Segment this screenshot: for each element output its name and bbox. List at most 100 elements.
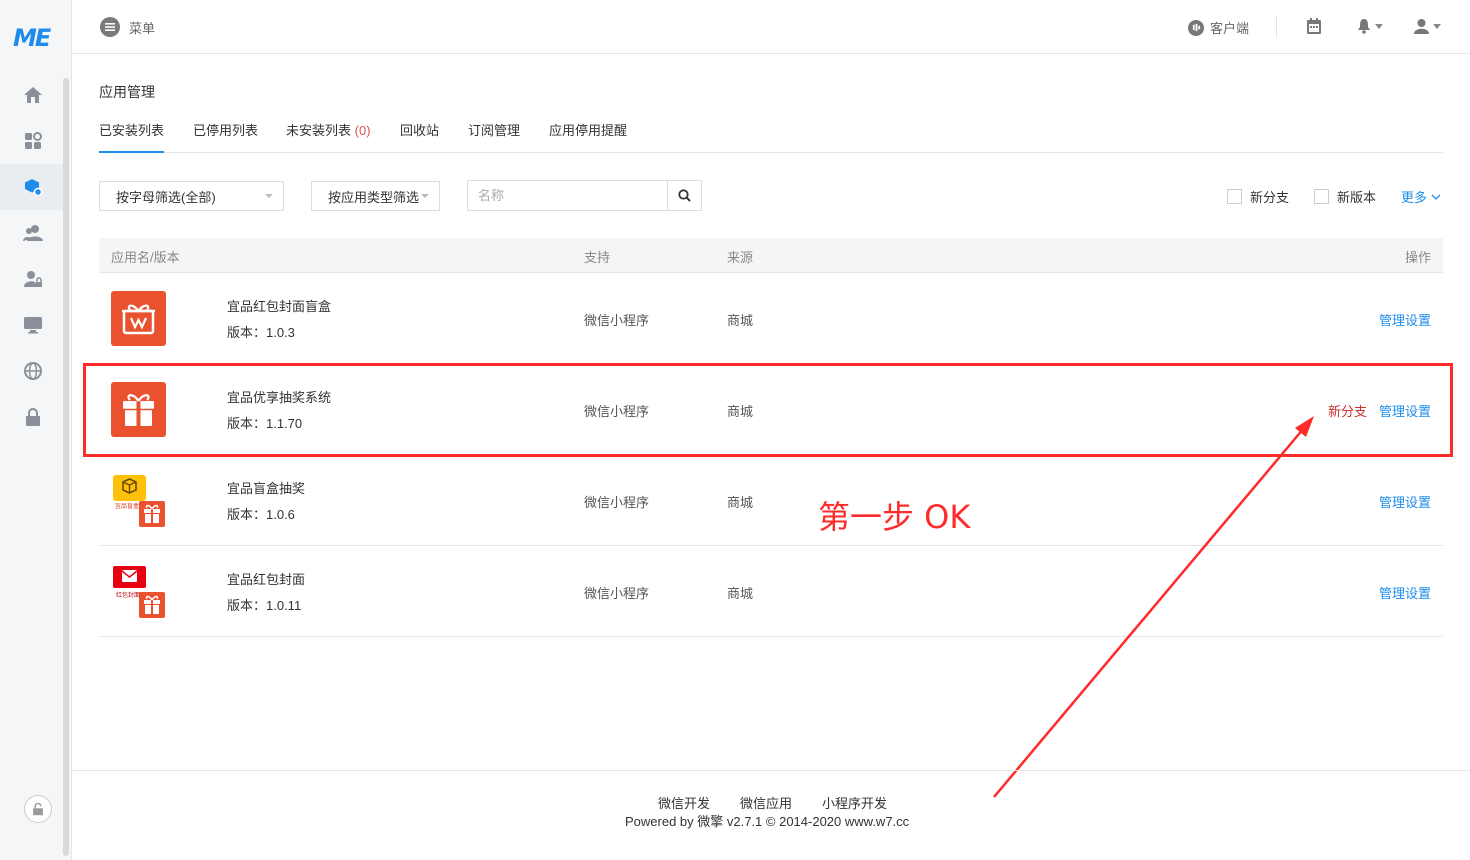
type-filter-select[interactable]: 按应用类型筛选 (311, 181, 440, 211)
table-row: 红包封面 宜品红包封面 版本：1.0.11 微信小程序 商城 管理设置 (99, 546, 1443, 637)
tab-label: 订阅管理 (468, 123, 521, 138)
chevron-down-icon (1433, 23, 1441, 29)
new-branch-label: 新分支 (1250, 190, 1290, 205)
table-row: 宜品盲盒 宜品盲盒抽奖 版本：1.0.6 微信小程序 商城 管理设置 (99, 455, 1443, 546)
footer-link-miniprogram-dev[interactable]: 小程序开发 (822, 793, 887, 812)
footer-links: 微信开发 微信应用 小程序开发 (658, 793, 887, 812)
menu-list-icon (100, 17, 120, 37)
header-divider (1276, 16, 1277, 38)
lock-icon (26, 408, 40, 426)
app-source: 商城 (727, 586, 754, 601)
col-source: 来源 (727, 250, 754, 265)
app-support: 微信小程序 (584, 313, 650, 328)
notification-button[interactable] (1357, 18, 1383, 34)
tab-disable-reminder[interactable]: 应用停用提醒 (549, 120, 627, 153)
new-version-label: 新版本 (1337, 190, 1377, 205)
caret-down-icon (421, 194, 429, 198)
menu-toggle[interactable]: 菜单 (100, 17, 155, 37)
top-header: 菜单 客户端 (72, 0, 1470, 54)
col-action: 操作 (1404, 250, 1431, 265)
nav-app-manage[interactable] (0, 164, 66, 210)
nav-user-lock[interactable] (0, 256, 66, 302)
col-name: 应用名/版本 (111, 250, 180, 265)
search-button[interactable] (667, 181, 701, 210)
type-filter-label: 按应用类型筛选 (328, 189, 420, 205)
tab-label: 应用停用提醒 (549, 123, 628, 138)
letter-filter-label: 按字母筛选(全部) (116, 189, 216, 205)
cube-gear-icon (25, 179, 43, 197)
user-menu-button[interactable] (1414, 18, 1441, 34)
sidebar-lock-button[interactable] (24, 795, 52, 823)
app-version: 版本：1.0.11 (227, 598, 302, 613)
client-label: 客户端 (1210, 21, 1250, 36)
globe-icon (24, 362, 42, 380)
user-icon (1414, 19, 1429, 34)
manage-settings-link[interactable]: 管理设置 (1379, 492, 1431, 511)
manage-settings-link[interactable]: 管理设置 (1379, 310, 1431, 329)
app-name: 宜品红包封面盲盒 (227, 299, 332, 314)
checkbox-box (1227, 189, 1242, 204)
users-icon (23, 225, 43, 241)
app-name: 宜品红包封面 (227, 572, 306, 587)
app-support: 微信小程序 (584, 586, 650, 601)
checkbox-box (1314, 189, 1329, 204)
calendar-button[interactable] (1307, 18, 1321, 34)
footer-link-wechat-dev[interactable]: 微信开发 (658, 793, 710, 812)
client-button[interactable]: 客户端 (1188, 18, 1249, 37)
unlock-icon (33, 802, 43, 816)
calendar-icon (1307, 18, 1321, 34)
tab-label: 未安装列表 (286, 123, 352, 138)
search-icon (678, 189, 691, 202)
copyright: Powered by 微擎 v2.7.1 © 2014-2020 www.w7.… (625, 814, 910, 829)
nav-globe[interactable] (0, 348, 66, 394)
footer-link-wechat-app[interactable]: 微信应用 (740, 793, 792, 812)
client-icon (1188, 19, 1204, 36)
user-lock-icon (24, 271, 42, 287)
home-icon (24, 87, 42, 103)
col-support: 支持 (584, 250, 611, 265)
sidebar-scrollbar[interactable] (63, 78, 69, 856)
app-version: 版本：1.0.3 (227, 325, 295, 340)
monitor-icon (24, 317, 42, 334)
app-support: 微信小程序 (584, 495, 650, 510)
nav-users[interactable] (0, 210, 66, 256)
menu-label: 菜单 (129, 20, 156, 36)
tab-count: (0) (354, 123, 371, 138)
manage-settings-link[interactable]: 管理设置 (1379, 583, 1431, 602)
app-source: 商城 (727, 313, 754, 328)
app-name: 宜品盲盒抽奖 (227, 481, 306, 496)
search-input[interactable] (468, 181, 667, 210)
nav-monitor[interactable] (0, 302, 66, 348)
more-label: 更多 (1401, 190, 1428, 205)
tab-recycle-bin[interactable]: 回收站 (400, 120, 439, 153)
new-branch-checkbox[interactable]: 新分支 (1227, 187, 1289, 206)
page-title: 应用管理 (99, 84, 155, 100)
caret-down-icon (265, 194, 273, 198)
tab-uninstalled[interactable]: 未安装列表 (0) (286, 120, 371, 153)
tab-disabled[interactable]: 已停用列表 (193, 120, 258, 153)
nav-lock[interactable] (0, 394, 66, 440)
new-version-checkbox[interactable]: 新版本 (1314, 187, 1376, 206)
tab-label: 已安装列表 (99, 123, 165, 138)
grid-icon (25, 132, 42, 149)
tab-installed[interactable]: 已安装列表 (99, 120, 165, 153)
chevron-down-icon (1431, 194, 1441, 200)
app-version: 版本：1.0.6 (227, 507, 295, 522)
tab-bar: 已安装列表 已停用列表 未安装列表 (0) 回收站 订阅管理 应用停用提醒 (99, 120, 1443, 153)
tab-label: 回收站 (400, 123, 440, 138)
tab-subscription[interactable]: 订阅管理 (468, 120, 520, 153)
gift-box-app-icon[interactable] (111, 291, 166, 346)
app-source: 商城 (727, 495, 754, 510)
footer-divider (72, 770, 1470, 771)
logo[interactable]: ME (13, 24, 51, 52)
chevron-down-icon (1375, 23, 1383, 29)
more-filters-link[interactable]: 更多 (1401, 187, 1441, 206)
sidebar: ME (0, 0, 72, 860)
app-icon-caption: 红包封面 (116, 592, 141, 599)
letter-filter-select[interactable]: 按字母筛选(全部) (99, 181, 284, 211)
nav-home[interactable] (0, 72, 66, 118)
nav-apps[interactable] (0, 118, 66, 164)
bell-icon (1358, 19, 1370, 34)
table-header: 应用名/版本 支持 来源 操作 (99, 238, 1443, 273)
search-box (467, 180, 702, 211)
